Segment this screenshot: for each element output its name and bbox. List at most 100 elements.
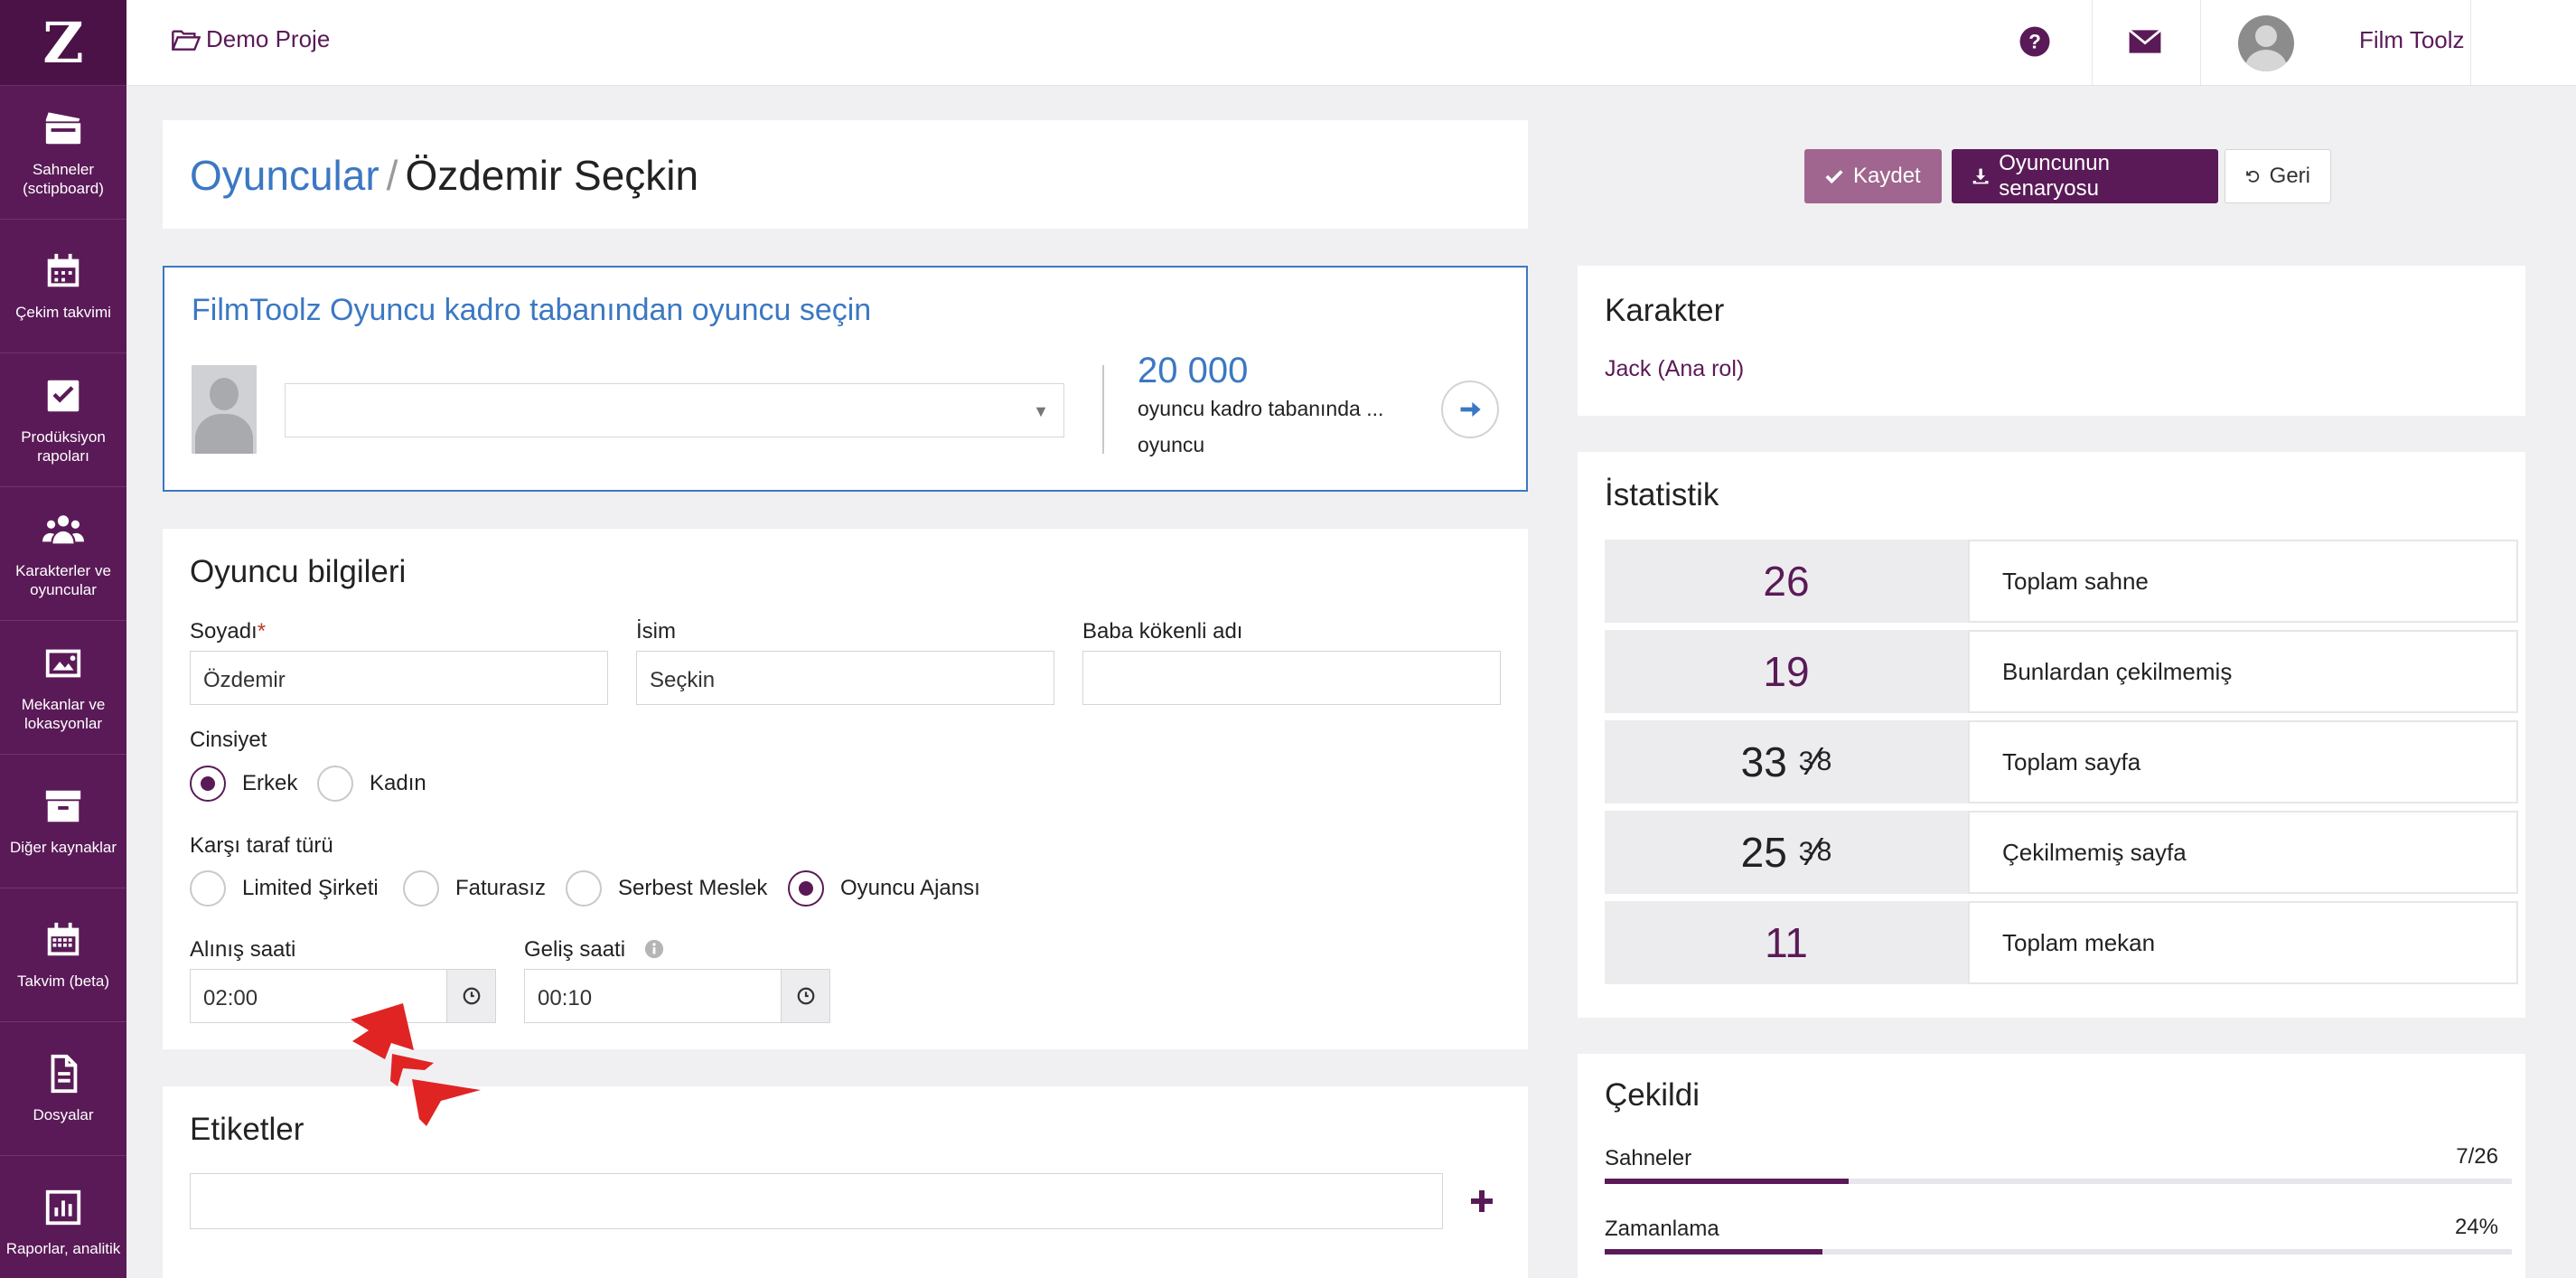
pointer-cursor-icon	[351, 1003, 481, 1126]
check-icon	[1825, 170, 1843, 184]
radio-unchecked	[566, 870, 602, 907]
stat-value: 33 3 ⁄ 8	[1605, 720, 1968, 803]
sidebar-item-locations[interactable]: Mekanlar ve lokasyonlar	[0, 621, 126, 755]
patronymic-field[interactable]	[1082, 651, 1501, 705]
party-option-agency[interactable]: Oyuncu Ajansı	[788, 870, 980, 907]
clock-icon	[797, 987, 814, 1005]
stat-value: 26	[1605, 540, 1968, 623]
clock-button[interactable]	[781, 969, 830, 1023]
actor-database-select[interactable]: ▼	[285, 383, 1064, 437]
sidebar-item-scenes[interactable]: Sahneler (sctipboard)	[0, 86, 126, 220]
party-type-label: Karşı taraf türü	[190, 833, 333, 858]
actor-database-panel: FilmToolz Oyuncu kadro tabanından oyuncu…	[163, 266, 1528, 492]
radio-unchecked	[403, 870, 439, 907]
sidebar-item-other-resources[interactable]: Diğer kaynaklar	[0, 755, 126, 888]
breadcrumb-separator: /	[386, 152, 398, 199]
page-title: Oyuncular / Özdemir Seçkin	[190, 151, 698, 200]
character-panel: Karakter Jack (Ana rol)	[1578, 266, 2525, 416]
name-label: İsim	[636, 619, 676, 644]
sidebar-item-label: Raporlar, analitik	[5, 1240, 121, 1257]
stat-row: 11 Toplam mekan	[1605, 901, 2518, 984]
party-option-invoiceless[interactable]: Faturasız	[403, 870, 546, 907]
project-selector[interactable]: Demo Proje	[172, 25, 330, 53]
project-name: Demo Proje	[206, 25, 331, 52]
top-bar: Demo Proje ? Film Toolz TR	[126, 0, 2576, 86]
stat-label: Çekilmemiş sayfa	[1968, 811, 2518, 894]
sidebar-item-calendar-beta[interactable]: Takvim (beta)	[0, 888, 126, 1022]
user-menu[interactable]: Film Toolz	[2238, 0, 2465, 86]
party-option-limited[interactable]: Limited Şirketi	[190, 870, 379, 907]
checkbox-icon	[47, 380, 80, 411]
breadcrumb-actors[interactable]: Oyuncular	[190, 152, 379, 199]
sidebar-item-label: Takvim (beta)	[16, 973, 110, 990]
patronymic-label: Baba kökenli adı	[1082, 619, 1243, 644]
sidebar-item-label: Sahneler (sctipboard)	[23, 160, 104, 197]
database-title: FilmToolz Oyuncu kadro tabanından oyuncu…	[192, 293, 872, 327]
surname-label: Soyadı*	[190, 619, 267, 644]
sidebar-item-label: Diğer kaynaklar	[9, 839, 117, 856]
arrival-time-field[interactable]: 00:10	[524, 969, 782, 1023]
progress-value: 24%	[2454, 1215, 2498, 1239]
progress-label: Zamanlama	[1605, 1217, 1719, 1241]
section-title: Oyuncu bilgileri	[190, 554, 407, 589]
database-count-caption-2: oyuncu	[1138, 433, 1205, 456]
surname-field[interactable]: Özdemir	[190, 651, 608, 705]
stat-row: 19 Bunlardan çekilmemiş	[1605, 630, 2518, 713]
info-icon[interactable]	[644, 939, 664, 959]
calendar-icon	[47, 253, 80, 287]
undo-icon	[2246, 170, 2260, 183]
sidebar-item-production-reports[interactable]: Prodüksiyon rapoları	[0, 353, 126, 487]
page-header: Oyuncular / Özdemir Seçkin	[163, 120, 1528, 229]
tags-input[interactable]	[190, 1173, 1443, 1229]
section-title: Etiketler	[190, 1112, 304, 1147]
archive-icon	[45, 790, 81, 822]
gender-option-female[interactable]: Kadın	[317, 766, 426, 802]
chevron-down-icon: ▼	[1033, 402, 1049, 420]
stat-value: 19	[1605, 630, 1968, 713]
folder-open-icon	[172, 29, 201, 51]
sidebar-item-characters[interactable]: Karakterler ve oyuncular	[0, 487, 126, 621]
sidebar-item-files[interactable]: Dosyalar	[0, 1022, 126, 1156]
open-database-button[interactable]	[1441, 381, 1499, 438]
image-icon	[45, 649, 81, 677]
back-button[interactable]: Geri	[2225, 149, 2331, 203]
arrival-time-label: Geliş saati	[524, 937, 664, 963]
app-logo[interactable]: Z	[0, 0, 126, 86]
name-field[interactable]: Seçkin	[636, 651, 1054, 705]
gender-option-male[interactable]: Erkek	[190, 766, 297, 802]
sidebar-item-label: Mekanlar ve lokasyonlar	[21, 695, 106, 732]
progress-label: Sahneler	[1605, 1146, 1692, 1170]
sidebar-item-reports[interactable]: Raporlar, analitik	[0, 1156, 126, 1278]
stat-value: 25 3 ⁄ 8	[1605, 811, 1968, 894]
progress-fill	[1605, 1179, 1850, 1184]
stat-label: Bunlardan çekilmemiş	[1968, 630, 2518, 713]
add-tag-button[interactable]	[1471, 1177, 1493, 1222]
character-link[interactable]: Jack (Ana rol)	[1605, 356, 1744, 382]
sidebar-item-label: Dosyalar	[33, 1106, 94, 1123]
stat-value: 11	[1605, 901, 1968, 984]
stat-label: Toplam sahne	[1968, 540, 2518, 623]
calendar-grid-icon	[47, 922, 80, 956]
sidebar-item-label: Karakterler ve oyuncular	[15, 561, 111, 598]
shot-progress-panel: Çekildi Sahneler 7/26 Zamanlama 24%	[1578, 1054, 2525, 1278]
users-icon	[42, 514, 84, 543]
download-icon	[1972, 168, 1989, 184]
sidebar-item-shooting-schedule[interactable]: Çekim takvimi	[0, 220, 126, 353]
mail-icon[interactable]	[2128, 27, 2162, 61]
sidebar: Z Sahneler (sctipboard) Çekim takvimi Pr…	[0, 0, 126, 1278]
save-button[interactable]: Kaydet	[1804, 149, 1942, 203]
sidebar-item-label: Çekim takvimi	[15, 304, 111, 321]
progress-bar	[1605, 1249, 2512, 1255]
actor-script-button[interactable]: Oyuncunun senaryosu	[1952, 149, 2218, 203]
database-count-caption: oyuncu kadro tabanında ...	[1138, 397, 1384, 420]
actor-photo-placeholder	[192, 365, 257, 454]
pickup-time-label: Alınış saati	[190, 937, 296, 962]
database-count: 20 000	[1138, 351, 1249, 390]
section-title: İstatistik	[1605, 477, 1719, 512]
radio-unchecked	[317, 766, 353, 802]
help-icon[interactable]: ?	[2019, 25, 2051, 62]
svg-text:?: ?	[2028, 31, 2041, 53]
party-option-freelance[interactable]: Serbest Meslek	[566, 870, 767, 907]
file-icon	[51, 1054, 78, 1094]
stat-row: 25 3 ⁄ 8 Çekilmemiş sayfa	[1605, 811, 2518, 894]
